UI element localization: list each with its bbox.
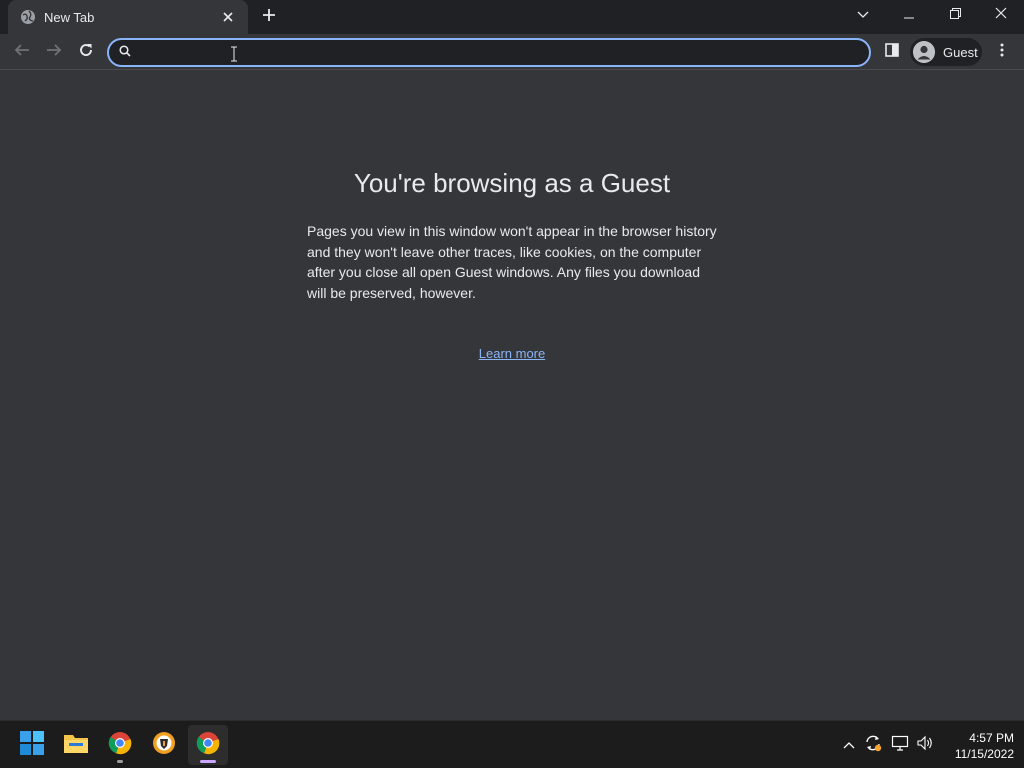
- volume-button[interactable]: [915, 735, 935, 755]
- brave-taskbar-button[interactable]: [144, 725, 184, 765]
- close-icon: [995, 6, 1007, 24]
- menu-button[interactable]: [988, 38, 1016, 66]
- start-button[interactable]: [12, 725, 52, 765]
- clock-date: 11/15/2022: [954, 747, 1014, 761]
- chrome-taskbar-button[interactable]: [100, 725, 140, 765]
- guest-description: Pages you view in this window won't appe…: [307, 223, 717, 301]
- reload-icon: [78, 42, 94, 63]
- title-bar: New Tab: [0, 0, 1024, 34]
- arrow-left-icon: [14, 42, 30, 63]
- address-input[interactable]: [139, 44, 869, 61]
- back-button[interactable]: [8, 38, 36, 66]
- arrow-right-icon: [46, 42, 62, 63]
- clock[interactable]: 4:57 PM 11/15/2022: [940, 730, 1014, 762]
- profile-label: Guest: [943, 44, 978, 60]
- tab-search-button[interactable]: [840, 0, 886, 30]
- page-title: You're browsing as a Guest: [353, 168, 671, 198]
- profile-button[interactable]: Guest: [910, 38, 982, 66]
- guest-page: You're browsing as a Guest Pages you vie…: [0, 71, 1024, 720]
- brave-icon: [152, 731, 176, 760]
- address-bar[interactable]: [107, 38, 871, 67]
- chrome-guest-taskbar-button[interactable]: [188, 725, 228, 765]
- plus-icon: [262, 8, 276, 27]
- learn-more-link[interactable]: Learn more: [479, 346, 545, 361]
- network-button[interactable]: [890, 735, 910, 755]
- restore-button[interactable]: [932, 0, 978, 30]
- minimize-button[interactable]: [886, 0, 932, 30]
- chevron-up-icon: [843, 736, 855, 754]
- reload-button[interactable]: [72, 38, 100, 66]
- volume-icon: [916, 735, 934, 756]
- new-tab-button[interactable]: [257, 5, 281, 29]
- taskbar: 4:57 PM 11/15/2022: [0, 720, 1024, 768]
- sync-icon: [864, 734, 882, 757]
- close-window-button[interactable]: [978, 0, 1024, 30]
- network-icon: [891, 735, 909, 756]
- toolbar: Guest: [0, 34, 1024, 70]
- more-vert-icon: [1000, 43, 1004, 62]
- show-hidden-icons-button[interactable]: [839, 735, 859, 755]
- chrome-icon: [108, 731, 132, 760]
- active-indicator: [200, 760, 216, 763]
- folder-icon: [63, 732, 89, 759]
- windows-icon: [20, 730, 44, 760]
- tab-new-tab[interactable]: New Tab: [8, 0, 248, 34]
- text-cursor-icon: [230, 46, 238, 67]
- person-icon: [913, 41, 935, 63]
- minimize-icon: [904, 6, 914, 24]
- side-panel-icon: [885, 42, 899, 62]
- sync-status-button[interactable]: [863, 735, 883, 755]
- learn-more-container: Learn more: [0, 346, 1024, 361]
- clock-time: 4:57 PM: [969, 731, 1014, 745]
- side-panel-button[interactable]: [878, 38, 906, 66]
- chrome-icon: [196, 731, 220, 760]
- close-icon[interactable]: [218, 7, 238, 27]
- running-indicator: [117, 760, 123, 763]
- forward-button[interactable]: [40, 38, 68, 66]
- search-icon: [119, 44, 131, 62]
- globe-icon: [20, 9, 36, 25]
- file-explorer-button[interactable]: [56, 725, 96, 765]
- chevron-down-icon: [857, 6, 869, 24]
- tab-title: New Tab: [44, 9, 95, 25]
- restore-icon: [949, 6, 961, 24]
